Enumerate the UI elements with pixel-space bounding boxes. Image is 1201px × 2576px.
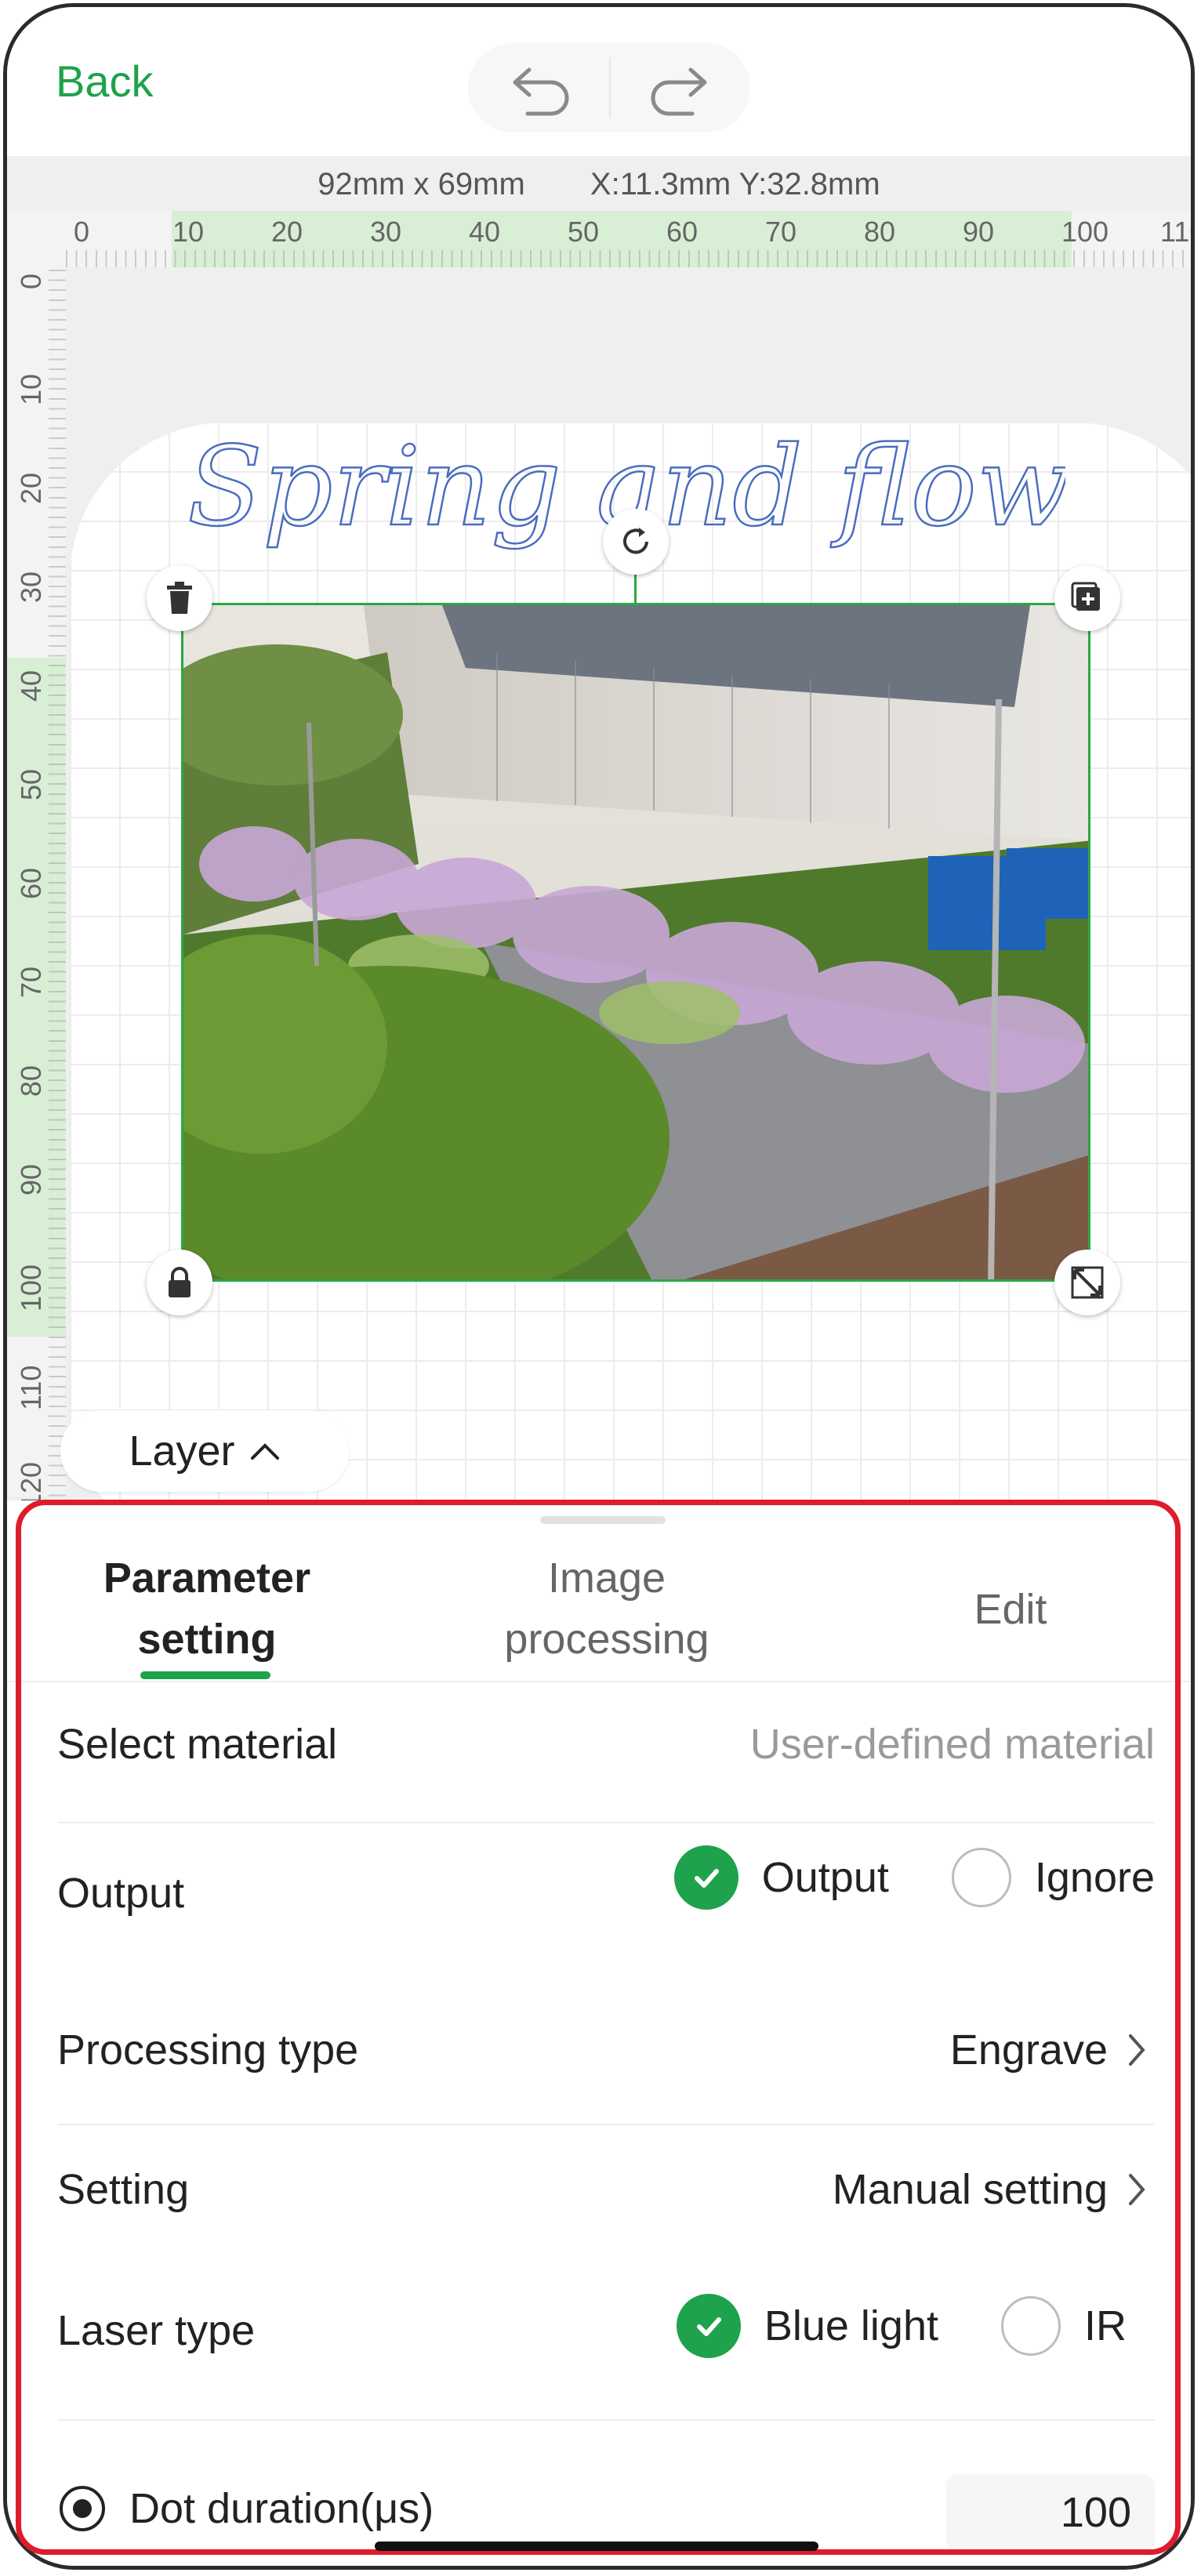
- sheet-grabber[interactable]: [540, 1516, 666, 1524]
- ruler-tick-label: 70: [765, 216, 797, 248]
- laser-type-label: Laser type: [57, 2307, 256, 2354]
- tab-parameter-setting-line2: setting: [137, 1616, 277, 1663]
- tab-edit-label: Edit: [974, 1586, 1047, 1633]
- ruler-tick-label: 110: [15, 1365, 47, 1410]
- setting-value: Manual setting: [832, 2166, 1108, 2213]
- ruler-tick-label: 0: [74, 216, 90, 248]
- ruler-tick-label: 70: [15, 966, 47, 998]
- check-circle-icon: [673, 1845, 738, 1910]
- vertical-ruler-ticks: [49, 267, 66, 1506]
- output-option-ignore[interactable]: Ignore: [928, 1848, 1155, 1907]
- ruler-tick-label: 110: [1160, 216, 1191, 248]
- radio-empty-icon: [951, 1848, 1011, 1907]
- row-divider: [57, 2124, 1155, 2125]
- dot-duration-label: Dot duration(μs): [129, 2485, 434, 2532]
- lock-icon[interactable]: [147, 1250, 212, 1315]
- laser-option-blue-light[interactable]: Blue light: [653, 2294, 938, 2358]
- add-layer-icon[interactable]: [1054, 565, 1120, 631]
- radio-selected-icon[interactable]: [57, 2483, 107, 2534]
- dot-duration-value: 100: [1060, 2489, 1131, 2536]
- row-divider: [57, 2419, 1155, 2421]
- check-circle-icon: [676, 2294, 741, 2358]
- ruler-tick-label: 50: [568, 216, 600, 248]
- home-indicator[interactable]: [375, 2542, 818, 2551]
- laser-option-ir-label: IR: [1084, 2302, 1127, 2349]
- ruler-tick-label: 100: [1061, 216, 1109, 248]
- ruler-tick-label: 0: [15, 273, 47, 289]
- chevron-right-icon: [1129, 2034, 1145, 2066]
- parameter-sheet: Parameter setting Image processing Edit …: [7, 1500, 1191, 2566]
- sheet-tabs: Parameter setting Image processing Edit: [7, 1547, 1191, 1682]
- laser-option-ir[interactable]: IR: [978, 2296, 1127, 2356]
- delete-icon[interactable]: [147, 565, 212, 631]
- ruler-tick-label: 90: [963, 216, 995, 248]
- tab-image-processing[interactable]: Image processing: [462, 1547, 752, 1670]
- undo-icon[interactable]: [496, 59, 590, 117]
- ruler-tick-label: 40: [469, 216, 501, 248]
- ruler-tick-label: 40: [15, 669, 47, 702]
- processing-type-value: Engrave: [949, 2026, 1108, 2073]
- tab-edit[interactable]: Edit: [893, 1579, 1128, 1640]
- ruler-tick-label: 80: [864, 216, 896, 248]
- selection-position: X:11.3mm Y:32.8mm: [590, 167, 880, 201]
- street-photo: [183, 605, 1088, 1279]
- output-option-output-label: Output: [761, 1854, 889, 1901]
- tab-parameter-setting[interactable]: Parameter setting: [62, 1547, 352, 1670]
- ruler-tick-label: 100: [15, 1264, 47, 1312]
- rotate-icon[interactable]: [603, 509, 669, 575]
- resize-icon[interactable]: [1054, 1250, 1120, 1315]
- back-button[interactable]: Back: [56, 56, 154, 107]
- tab-image-processing-line1: Image: [547, 1555, 666, 1602]
- selection-size: 92mm x 69mm: [317, 167, 525, 201]
- processing-type-label: Processing type: [57, 2026, 359, 2073]
- undo-redo-group: [468, 43, 750, 132]
- radio-empty-icon: [1001, 2296, 1061, 2356]
- ruler-tick-label: 30: [370, 216, 402, 248]
- ruler-tick-label: 10: [15, 373, 47, 405]
- ruler-tick-label: 60: [15, 867, 47, 899]
- layer-button[interactable]: Layer: [60, 1410, 349, 1492]
- tab-image-processing-line2: processing: [504, 1616, 709, 1663]
- rotate-connector: [634, 570, 637, 604]
- dot-duration-input[interactable]: 100: [946, 2474, 1155, 2552]
- horizontal-ruler-ticks: [66, 250, 1191, 267]
- ruler-tick-label: 80: [15, 1065, 47, 1097]
- undo-redo-divider: [609, 57, 611, 118]
- ruler-tick-label: 90: [15, 1163, 47, 1195]
- setting-label: Setting: [57, 2166, 190, 2213]
- ruler-tick-label: 20: [15, 472, 47, 504]
- ruler-tick-label: 20: [271, 216, 303, 248]
- top-bar: Back: [7, 7, 1191, 156]
- row-divider: [57, 1822, 1155, 1823]
- laser-option-blue-light-label: Blue light: [764, 2302, 938, 2349]
- select-material-label: Select material: [57, 1721, 338, 1768]
- chevron-right-icon: [1129, 2174, 1145, 2205]
- layer-button-label: Layer: [129, 1428, 235, 1475]
- phone-frame: Back 92mm x 69mm X:11.3mm Y:32.8mm 0 10 …: [3, 3, 1195, 2570]
- tab-parameter-setting-line1: Parameter: [103, 1555, 311, 1602]
- output-option-ignore-label: Ignore: [1034, 1854, 1155, 1901]
- redo-icon[interactable]: [630, 59, 724, 117]
- output-option-output[interactable]: Output: [651, 1845, 889, 1910]
- output-label: Output: [57, 1870, 185, 1917]
- active-tab-indicator: [140, 1671, 270, 1679]
- ruler-tick-label: 30: [15, 571, 47, 603]
- ruler-tick-label: 10: [172, 216, 205, 248]
- selection-info: 92mm x 69mm X:11.3mm Y:32.8mm: [7, 167, 1191, 202]
- ruler-tick-label: 50: [15, 768, 47, 800]
- chevron-up-icon: [250, 1443, 279, 1460]
- image-element[interactable]: [181, 603, 1090, 1282]
- ruler-tick-label: 60: [666, 216, 698, 248]
- select-material-value[interactable]: User-defined material: [750, 1720, 1155, 1769]
